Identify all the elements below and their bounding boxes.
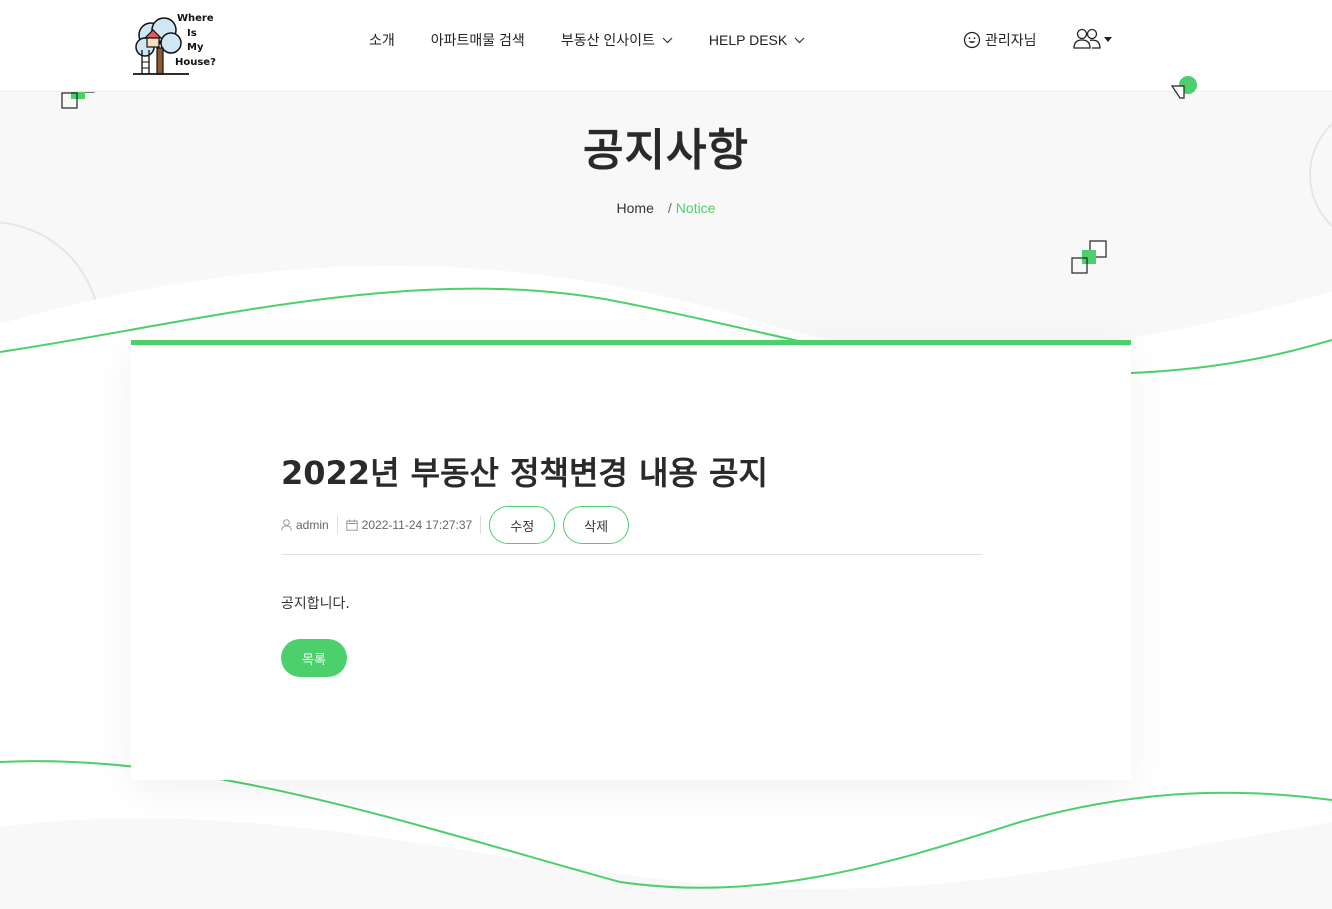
- logo-text-4: House?: [175, 57, 216, 68]
- chevron-down-icon: [662, 37, 673, 43]
- cursor-decoration-icon: [1170, 76, 1197, 99]
- site-header: Where Is My House? 소개 아파트매물 검색 부동산 인사이트 …: [0, 0, 1332, 92]
- logo-text-2: Is: [187, 28, 197, 39]
- edit-button[interactable]: 수정: [489, 506, 556, 544]
- chevron-down-icon: [794, 37, 805, 43]
- meta-divider: [480, 516, 482, 534]
- breadcrumb-current: Notice: [675, 200, 716, 216]
- post-title: 2022년 부동산 정책변경 내용 공지: [281, 454, 768, 492]
- post-author-name: admin: [296, 518, 329, 532]
- post-author: admin: [281, 518, 337, 532]
- logo-text-1: Where: [177, 13, 214, 24]
- nav-item-label: HELP DESK: [708, 32, 788, 48]
- admin-link[interactable]: 관리자님: [963, 30, 1037, 50]
- square-decoration-icon: [1071, 240, 1107, 274]
- caret-down-icon: [1104, 36, 1112, 42]
- logo-text-3: My: [187, 42, 204, 53]
- admin-area: 관리자님: [963, 30, 1037, 50]
- nav-item-label: 아파트매물 검색: [430, 32, 525, 48]
- post-card: 2022년 부동산 정책변경 내용 공지 admin 2022-11-24 17…: [131, 340, 1131, 780]
- post-meta: admin 2022-11-24 17:27:37 수정 삭제: [281, 503, 630, 547]
- nav-item-help-desk[interactable]: HELP DESK: [709, 32, 805, 48]
- main-nav: 소개 아파트매물 검색 부동산 인사이트 HELP DESK: [369, 30, 841, 50]
- users-icon: [1073, 28, 1101, 49]
- breadcrumb-separator: /: [667, 200, 672, 216]
- nav-item-about[interactable]: 소개: [369, 30, 395, 50]
- post-body: 공지합니다.: [281, 596, 350, 612]
- meta-divider: [336, 516, 338, 534]
- nav-item-label: 소개: [369, 32, 395, 48]
- breadcrumb: Home / Notice: [0, 200, 1332, 216]
- site-logo[interactable]: Where Is My House?: [131, 10, 221, 78]
- admin-label: 관리자님: [985, 32, 1037, 48]
- breadcrumb-home-link[interactable]: Home: [617, 200, 654, 216]
- user-menu-button[interactable]: [1073, 28, 1112, 50]
- post-date: 2022-11-24 17:27:37: [345, 518, 481, 532]
- nav-item-apartment-search[interactable]: 아파트매물 검색: [431, 30, 525, 50]
- divider: [281, 554, 983, 555]
- page-title: 공지사항: [583, 125, 749, 176]
- smile-icon: [963, 31, 981, 49]
- delete-button[interactable]: 삭제: [563, 506, 630, 544]
- calendar-icon: [345, 519, 358, 531]
- nav-item-label: 부동산 인사이트: [560, 32, 655, 48]
- user-icon: [281, 519, 292, 531]
- post-datetime: 2022-11-24 17:27:37: [361, 518, 473, 532]
- nav-item-real-estate-insight[interactable]: 부동산 인사이트: [561, 30, 673, 50]
- list-button[interactable]: 목록: [281, 639, 347, 677]
